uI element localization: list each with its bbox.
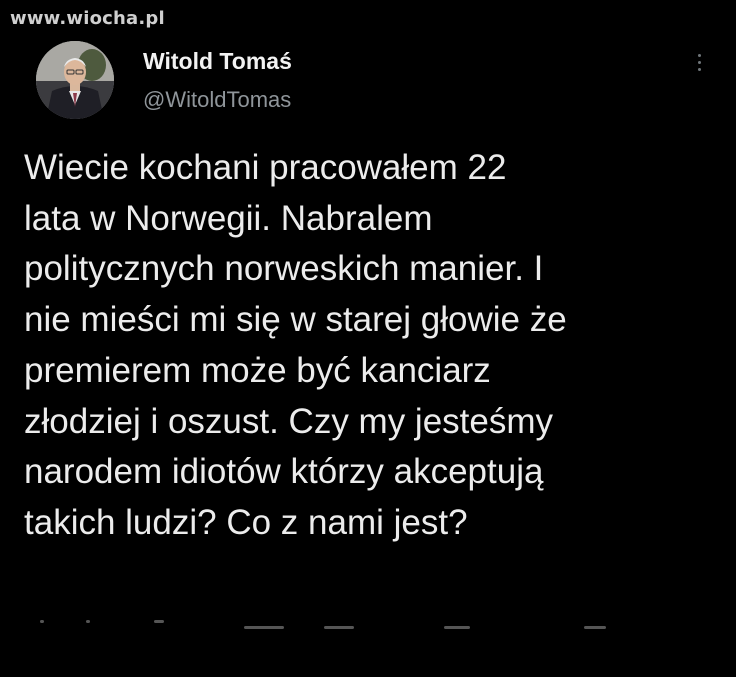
tweet-card: Witold Tomaś @WitoldTomas Wiecie kochani… xyxy=(0,0,736,677)
tweet-text: Wiecie kochani pracowałem 22 lata w Norw… xyxy=(24,148,567,542)
display-name[interactable]: Witold Tomaś xyxy=(143,50,292,73)
profile-photo-icon xyxy=(36,41,114,119)
tweet-footer-cropped xyxy=(24,612,714,642)
user-handle[interactable]: @WitoldTomas xyxy=(143,89,292,111)
author-block[interactable]: Witold Tomaś @WitoldTomas xyxy=(143,50,292,111)
avatar[interactable] xyxy=(36,41,114,119)
vertical-ellipsis-icon[interactable] xyxy=(692,54,706,78)
screenshot-frame: www.wiocha.pl Witold Tomaś @WitoldTomas xyxy=(0,0,736,677)
